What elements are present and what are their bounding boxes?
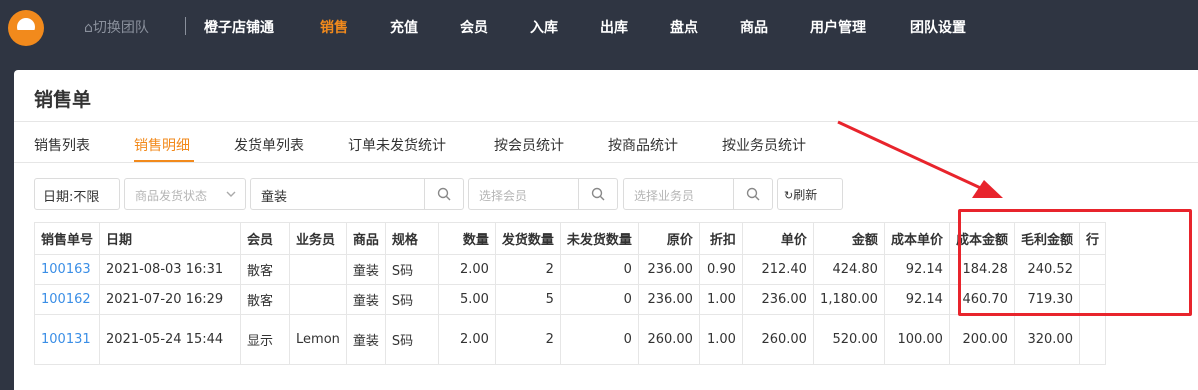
annotation-arrow (837, 120, 1003, 198)
